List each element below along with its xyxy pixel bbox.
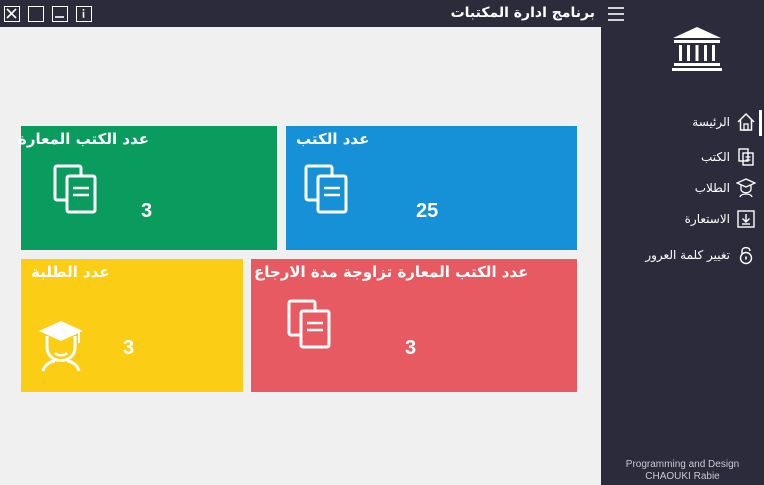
tile-loaned-books[interactable]: عدد الكتب المعارة 3 <box>18 126 277 250</box>
sidebar-item-students[interactable]: الطلاب <box>695 176 756 200</box>
download-icon <box>737 210 755 228</box>
credits-line-2: CHAOUKI Rabie <box>645 471 720 482</box>
active-indicator <box>759 110 762 136</box>
info-button[interactable] <box>76 6 92 22</box>
tile-title: عدد الكتب المعارة <box>18 130 149 148</box>
sidebar-item-label: الطلاب <box>694 181 730 195</box>
tile-value: 3 <box>141 200 153 222</box>
student-icon <box>736 178 756 198</box>
close-icon <box>6 8 17 19</box>
sidebar: الرئيسة الكتب الطلاب الاستعارة تغيير كلم… <box>601 0 764 485</box>
sidebar-item-label: الرئيسة <box>692 115 730 129</box>
tile-overdue-loans[interactable]: عدد الكتب المعارة تزاوجة مدة الارجاع 3 <box>251 259 577 392</box>
tile-students[interactable]: عدد الطلبة 3 <box>21 259 243 392</box>
library-building-icon <box>672 27 722 71</box>
app-window: برنامج ادارة المكتبات الرئيسة الكتب الطل… <box>0 0 764 485</box>
tile-value: 25 <box>416 200 439 222</box>
credits-footer: Programming and Design CHAOUKI Rabie <box>601 459 764 483</box>
sidebar-item-books[interactable]: الكتب <box>701 145 756 169</box>
credits-line-1: Programming and Design <box>625 459 740 470</box>
books-icon <box>287 299 331 349</box>
tile-value: 3 <box>123 337 135 359</box>
tile-total-books[interactable]: عدد الكتب 25 <box>286 126 577 250</box>
sidebar-item-label: الاستعارة <box>684 212 730 226</box>
minimize-icon <box>55 16 64 18</box>
info-icon <box>82 9 85 18</box>
window-title: برنامج ادارة المكتبات <box>450 5 595 21</box>
tile-title: عدد الكتب المعارة تزاوجة مدة الارجاع <box>254 263 529 281</box>
tile-title: عدد الطلبة <box>31 263 110 281</box>
sidebar-item-label: تغيير كلمة العرور <box>645 248 730 262</box>
title-bar: برنامج ادارة المكتبات <box>0 0 601 27</box>
minimize-button[interactable] <box>52 6 68 22</box>
close-button[interactable] <box>4 6 20 22</box>
home-icon <box>737 112 755 131</box>
hamburger-menu-icon[interactable] <box>607 6 625 22</box>
tile-value: 3 <box>405 337 417 359</box>
books-icon <box>304 164 348 214</box>
books-icon <box>53 164 97 214</box>
graduate-student-icon <box>39 321 83 372</box>
sidebar-item-loans[interactable]: الاستعارة <box>685 207 756 231</box>
books-icon <box>738 148 754 166</box>
sidebar-item-change-password[interactable]: تغيير كلمة العرور <box>645 243 756 267</box>
sidebar-item-label: الكتب <box>700 150 730 164</box>
lock-icon <box>739 246 753 265</box>
sidebar-item-home[interactable]: الرئيسة <box>692 110 756 134</box>
tile-title: عدد الكتب <box>296 130 370 148</box>
maximize-button[interactable] <box>28 6 44 22</box>
